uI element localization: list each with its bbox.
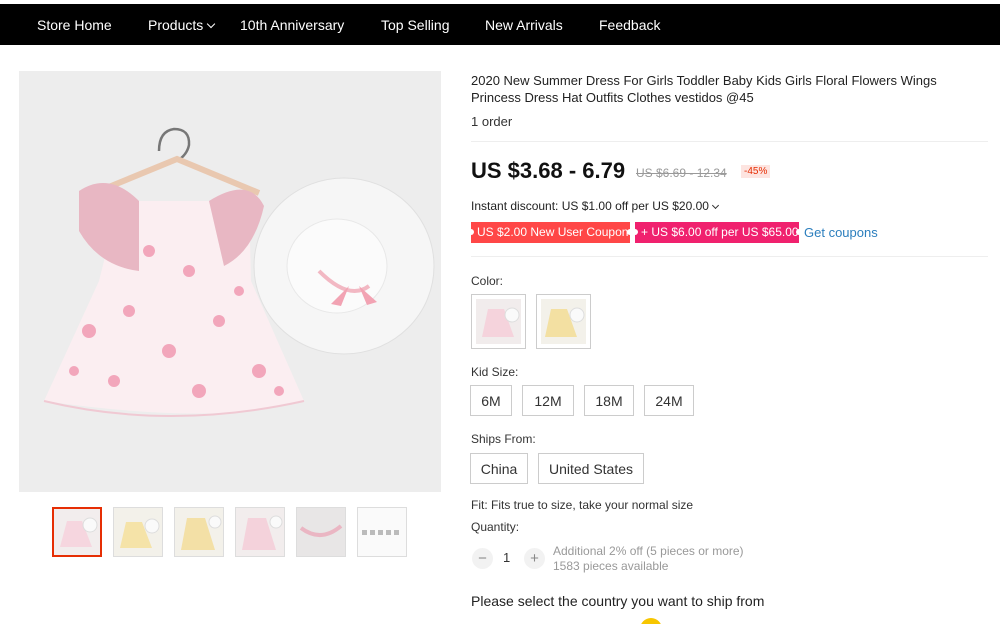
- yellow-dress-swatch-image: [541, 299, 586, 344]
- nav-new-arrivals[interactable]: New Arrivals: [485, 17, 563, 33]
- size-option-6m[interactable]: 6M: [470, 385, 512, 416]
- pink-dress-swatch-image: [476, 299, 521, 344]
- discount-badge: -45%: [741, 165, 771, 178]
- thumbnail-hat-detail-image: [297, 508, 345, 556]
- ship-country-message: Please select the country you want to sh…: [471, 593, 765, 609]
- thumbnail-pink-dress-2-image: [236, 508, 284, 556]
- color-option-yellow[interactable]: [536, 294, 591, 349]
- original-price: US $6.69 - 12.34: [636, 166, 727, 180]
- divider: [471, 141, 988, 142]
- thumbnail-6[interactable]: [357, 507, 407, 557]
- thumbnail-3[interactable]: [174, 507, 224, 557]
- top-nav: Store Home Products 10th Anniversary Top…: [0, 4, 1000, 45]
- quantity-label: Quantity:: [471, 520, 520, 534]
- ships-from-label: Ships From:: [471, 432, 536, 446]
- thumbnail-5[interactable]: [296, 507, 346, 557]
- ships-from-united-states[interactable]: United States: [538, 453, 644, 484]
- quantity-value[interactable]: 1: [503, 550, 510, 565]
- floating-help-icon[interactable]: [640, 618, 662, 624]
- product-price: US $3.68 - 6.79: [471, 158, 626, 183]
- chevron-down-icon: [207, 19, 216, 29]
- size-option-18m[interactable]: 18M: [584, 385, 634, 416]
- thumbnail-1[interactable]: [52, 507, 102, 557]
- nav-products[interactable]: Products: [148, 17, 216, 33]
- kid-size-label: Kid Size:: [471, 365, 519, 379]
- main-product-image[interactable]: [19, 71, 441, 492]
- thumbnail-size-chart-image: [358, 508, 406, 556]
- thumbnail-yellow-dress-image: [114, 508, 162, 556]
- quantity-info: Additional 2% off (5 pieces or more) 158…: [553, 544, 744, 574]
- fit-info: Fit: Fits true to size, take your normal…: [471, 498, 694, 512]
- order-count: 1 order: [471, 114, 513, 129]
- quantity-increment-button[interactable]: +: [524, 548, 545, 569]
- thumbnail-strip: [52, 507, 407, 557]
- thumbnail-pink-dress-image: [54, 509, 100, 555]
- product-title: 2020 New Summer Dress For Girls Toddler …: [471, 73, 937, 105]
- instant-discount[interactable]: Instant discount: US $1.00 off per US $2…: [471, 199, 719, 213]
- color-swatch-yellow: [541, 299, 586, 344]
- store-coupon[interactable]: + US $6.00 off per US $65.00: [632, 222, 802, 243]
- instant-discount-text: Instant discount: US $1.00 off per US $2…: [471, 199, 709, 213]
- nav-products-label: Products: [148, 17, 204, 33]
- thumbnail-2[interactable]: [113, 507, 163, 557]
- stock-available-text: 1583 pieces available: [553, 559, 669, 573]
- quantity-decrement-button[interactable]: −: [472, 548, 493, 569]
- dress-image: [19, 71, 441, 492]
- divider: [471, 256, 988, 257]
- ships-from-china[interactable]: China: [470, 453, 528, 484]
- nav-store-home[interactable]: Store Home: [37, 17, 112, 33]
- thumbnail-yellow-dress-2-image: [175, 508, 223, 556]
- new-user-coupon[interactable]: US $2.00 New User Coupon: [468, 222, 633, 243]
- size-option-24m[interactable]: 24M: [644, 385, 694, 416]
- nav-anniversary[interactable]: 10th Anniversary: [240, 17, 344, 33]
- thumbnail-4[interactable]: [235, 507, 285, 557]
- bulk-discount-text: Additional 2% off (5 pieces or more): [553, 544, 744, 558]
- size-option-12m[interactable]: 12M: [522, 385, 574, 416]
- nav-top-selling[interactable]: Top Selling: [381, 17, 450, 33]
- color-label: Color:: [471, 274, 504, 288]
- get-coupons-link[interactable]: Get coupons: [804, 225, 878, 240]
- nav-feedback[interactable]: Feedback: [599, 17, 660, 33]
- chevron-down-icon: [711, 201, 719, 210]
- color-swatch-pink: [476, 299, 521, 344]
- color-option-pink[interactable]: [471, 294, 526, 349]
